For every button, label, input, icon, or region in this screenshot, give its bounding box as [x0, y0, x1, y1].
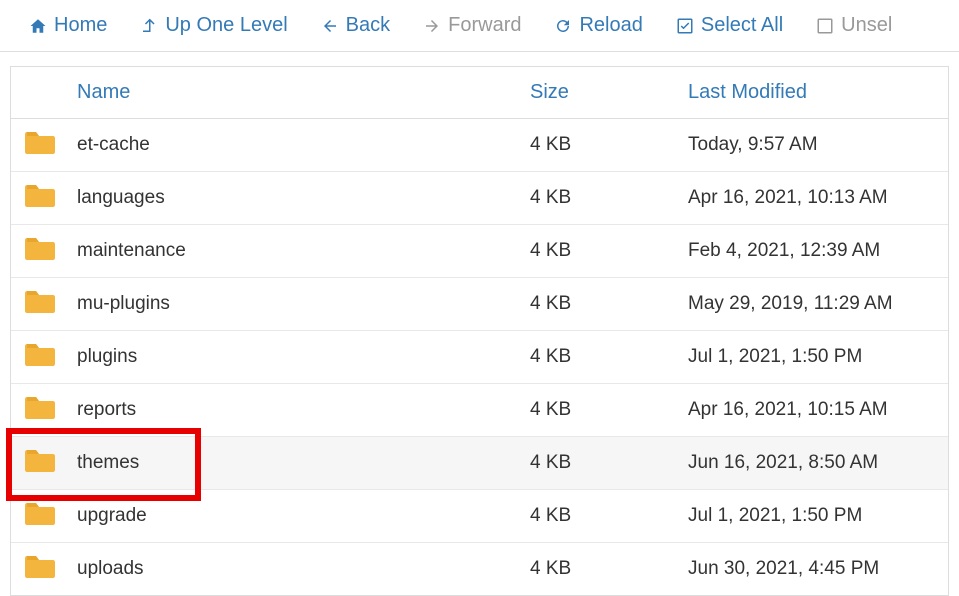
file-modified: Jun 16, 2021, 8:50 AM	[688, 452, 948, 474]
file-row[interactable]: plugins4 KBJul 1, 2021, 1:50 PM	[11, 331, 948, 384]
file-icon-cell	[11, 501, 67, 531]
file-name: et-cache	[67, 134, 530, 156]
folder-icon	[25, 501, 55, 525]
checkbox-checked-icon	[675, 16, 695, 36]
folder-icon	[25, 183, 55, 207]
reload-icon	[553, 16, 573, 36]
file-modified: Apr 16, 2021, 10:13 AM	[688, 187, 948, 209]
file-icon-cell	[11, 395, 67, 425]
file-size: 4 KB	[530, 293, 688, 315]
forward-label: Forward	[448, 14, 521, 37]
folder-icon	[25, 342, 55, 366]
back-arrow-icon	[320, 16, 340, 36]
toolbar: Home Up One Level Back Forward Reload Se…	[0, 0, 959, 52]
folder-icon	[25, 130, 55, 154]
select-all-label: Select All	[701, 14, 783, 37]
reload-button[interactable]: Reload	[537, 8, 658, 43]
home-button[interactable]: Home	[12, 8, 123, 43]
checkbox-empty-icon	[815, 16, 835, 36]
forward-button: Forward	[406, 8, 537, 43]
file-row[interactable]: et-cache4 KBToday, 9:57 AM	[11, 119, 948, 172]
unselect-all-label: Unsel	[841, 14, 892, 37]
file-icon-cell	[11, 554, 67, 584]
home-icon	[28, 16, 48, 36]
file-icon-cell	[11, 130, 67, 160]
file-name: mu-plugins	[67, 293, 530, 315]
back-button[interactable]: Back	[304, 8, 406, 43]
column-header-modified[interactable]: Last Modified	[688, 81, 948, 104]
file-row[interactable]: languages4 KBApr 16, 2021, 10:13 AM	[11, 172, 948, 225]
file-size: 4 KB	[530, 452, 688, 474]
file-row[interactable]: uploads4 KBJun 30, 2021, 4:45 PM	[11, 543, 948, 595]
folder-icon	[25, 448, 55, 472]
file-row[interactable]: upgrade4 KBJul 1, 2021, 1:50 PM	[11, 490, 948, 543]
file-list-header: Name Size Last Modified	[11, 67, 948, 119]
file-name: languages	[67, 187, 530, 209]
file-row[interactable]: themes4 KBJun 16, 2021, 8:50 AM	[11, 437, 948, 490]
file-modified: Today, 9:57 AM	[688, 134, 948, 156]
up-button[interactable]: Up One Level	[123, 8, 303, 43]
file-size: 4 KB	[530, 558, 688, 580]
folder-icon	[25, 395, 55, 419]
file-modified: Apr 16, 2021, 10:15 AM	[688, 399, 948, 421]
up-arrow-icon	[139, 16, 159, 36]
file-row[interactable]: maintenance4 KBFeb 4, 2021, 12:39 AM	[11, 225, 948, 278]
forward-arrow-icon	[422, 16, 442, 36]
file-name: plugins	[67, 346, 530, 368]
folder-icon	[25, 236, 55, 260]
file-rows: et-cache4 KBToday, 9:57 AMlanguages4 KBA…	[11, 119, 948, 595]
file-icon-cell	[11, 342, 67, 372]
file-row[interactable]: mu-plugins4 KBMay 29, 2019, 11:29 AM	[11, 278, 948, 331]
file-icon-cell	[11, 183, 67, 213]
file-name: maintenance	[67, 240, 530, 262]
file-name: upgrade	[67, 505, 530, 527]
file-modified: Feb 4, 2021, 12:39 AM	[688, 240, 948, 262]
file-name: themes	[67, 452, 530, 474]
folder-icon	[25, 289, 55, 313]
file-size: 4 KB	[530, 240, 688, 262]
file-modified: May 29, 2019, 11:29 AM	[688, 293, 948, 315]
folder-icon	[25, 554, 55, 578]
file-name: uploads	[67, 558, 530, 580]
file-modified: Jul 1, 2021, 1:50 PM	[688, 505, 948, 527]
file-modified: Jul 1, 2021, 1:50 PM	[688, 346, 948, 368]
file-size: 4 KB	[530, 134, 688, 156]
back-label: Back	[346, 14, 390, 37]
file-size: 4 KB	[530, 187, 688, 209]
file-size: 4 KB	[530, 505, 688, 527]
reload-label: Reload	[579, 14, 642, 37]
file-modified: Jun 30, 2021, 4:45 PM	[688, 558, 948, 580]
file-list-container: Name Size Last Modified et-cache4 KBToda…	[10, 66, 949, 596]
file-icon-cell	[11, 289, 67, 319]
select-all-button[interactable]: Select All	[659, 8, 799, 43]
file-size: 4 KB	[530, 346, 688, 368]
home-label: Home	[54, 14, 107, 37]
up-label: Up One Level	[165, 14, 287, 37]
file-size: 4 KB	[530, 399, 688, 421]
file-icon-cell	[11, 448, 67, 478]
unselect-all-button[interactable]: Unsel	[799, 8, 908, 43]
column-header-size[interactable]: Size	[530, 81, 688, 104]
file-name: reports	[67, 399, 530, 421]
column-header-name[interactable]: Name	[67, 81, 530, 104]
file-icon-cell	[11, 236, 67, 266]
file-row[interactable]: reports4 KBApr 16, 2021, 10:15 AM	[11, 384, 948, 437]
